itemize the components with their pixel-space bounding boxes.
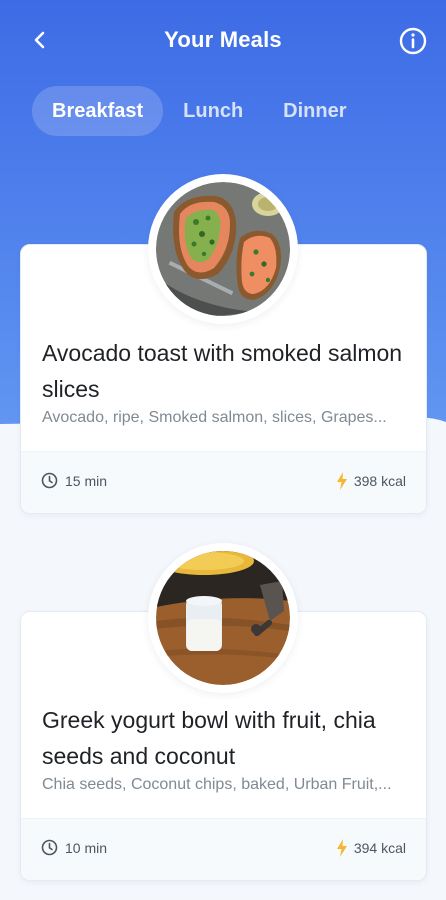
meal-card-footer: 15 min 398 kcal <box>21 451 426 513</box>
tab-dinner[interactable]: Dinner <box>263 86 366 136</box>
avocado-toast-image <box>156 182 290 316</box>
meal-title: Avocado toast with smoked salmon slices <box>42 340 403 402</box>
lightning-icon <box>336 472 347 490</box>
tab-lunch[interactable]: Lunch <box>163 86 263 136</box>
meal-ingredients: Avocado, ripe, Smoked salmon, slices, Gr… <box>42 409 387 426</box>
clock-icon <box>41 472 58 489</box>
meal-time-label: 15 min <box>65 472 108 489</box>
meal-calories: 394 kcal <box>336 839 406 857</box>
meal-time: 10 min <box>41 839 107 856</box>
greek-yogurt-photo <box>148 543 298 693</box>
clock-icon <box>41 839 58 856</box>
meal-ingredients: Chia seeds, Coconut chips, baked, Urban … <box>42 776 392 793</box>
page-title: Your Meals <box>164 27 282 52</box>
meals-screen: Your Meals Breakfast Lunch Dinner Avocad… <box>0 0 446 900</box>
info-icon <box>399 27 427 55</box>
info-button[interactable] <box>397 25 429 57</box>
greek-yogurt-image <box>156 551 290 685</box>
meal-time-label: 10 min <box>65 839 108 856</box>
lightning-icon <box>336 839 347 857</box>
meal-tabs: Breakfast Lunch Dinner <box>32 86 367 136</box>
avocado-toast-photo <box>148 174 298 324</box>
meal-kcal-label: 394 kcal <box>353 840 406 856</box>
meal-calories: 398 kcal <box>336 472 406 490</box>
meal-title: Greek yogurt bowl with fruit, chia seeds… <box>42 707 376 769</box>
app-header: Your Meals <box>0 0 446 82</box>
tab-breakfast[interactable]: Breakfast <box>32 86 164 136</box>
meal-kcal-label: 398 kcal <box>353 473 406 489</box>
meal-time: 15 min <box>41 472 107 489</box>
meal-card-footer: 10 min 394 kcal <box>21 818 426 880</box>
